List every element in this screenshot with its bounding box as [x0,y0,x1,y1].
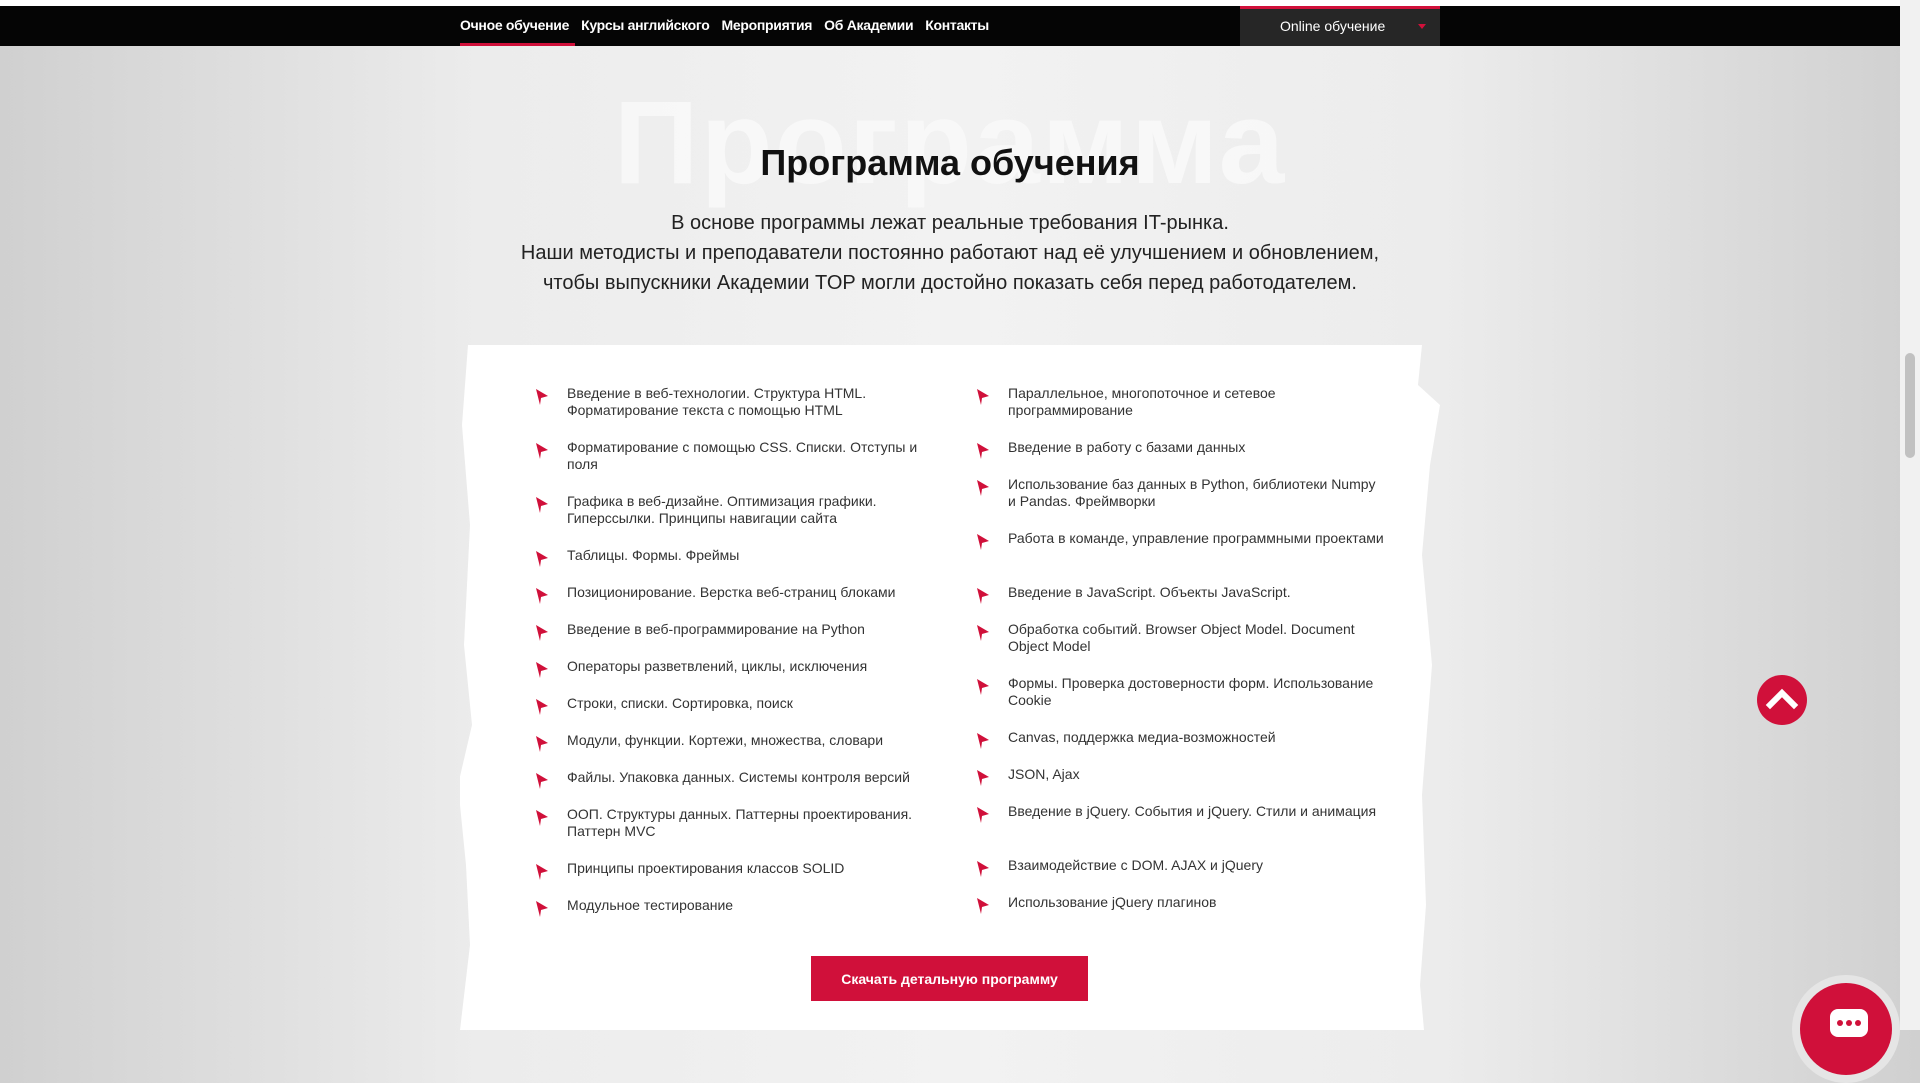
red-arrow-bullet-icon [536,443,548,459]
program-item: Файлы. Упаковка данных. Системы контроля… [536,769,946,789]
program-item: Введение в работу с базами данных [977,439,1387,459]
online-learning-dropdown[interactable]: Online обучение [1240,6,1440,46]
program-item: Введение в веб-технологии. Структура HTM… [536,385,946,419]
download-program-button[interactable]: Скачать детальную программу [811,956,1088,1001]
program-item: ООП. Структуры данных. Паттерны проектир… [536,806,946,840]
red-arrow-bullet-icon [977,807,989,823]
red-arrow-bullet-icon [977,733,989,749]
scrollbar-thumb[interactable] [1905,353,1915,458]
chat-widget-inner [1800,983,1892,1075]
program-item-text: Позиционирование. Верстка веб-страниц бл… [567,584,896,600]
red-arrow-bullet-icon [536,864,548,880]
program-card: Введение в веб-технологии. Структура HTM… [460,345,1440,1030]
program-item: Введение в JavaScript. Объекты JavaScrip… [977,584,1387,604]
program-item: Позиционирование. Верстка веб-страниц бл… [536,584,946,604]
program-item-text: Модули, функции. Кортежи, множества, сло… [567,732,884,748]
red-arrow-bullet-icon [977,770,989,786]
red-arrow-bullet-icon [977,679,989,695]
program-item-text: Строки, списки. Сортировка, поиск [567,695,793,711]
caret-down-icon [1418,24,1426,29]
description-line: В основе программы лежат реальные требов… [671,212,1229,234]
program-item: Canvas, поддержка медиа-возможностей [977,729,1387,749]
online-learning-label: Online обучение [1280,18,1386,34]
section-description: В основе программы лежат реальные требов… [0,208,1900,298]
red-arrow-bullet-icon [536,699,548,715]
red-arrow-bullet-icon [536,551,548,567]
red-arrow-bullet-icon [536,736,548,752]
program-item: Формы. Проверка достоверности форм. Испо… [977,675,1387,709]
program-item-text: Графика в веб-дизайне. Оптимизация графи… [567,493,877,526]
chat-bubble-icon [1830,1009,1868,1037]
program-item-text: Введение в веб-технологии. Структура HTM… [567,385,867,418]
chat-widget-button[interactable] [1792,975,1900,1083]
red-arrow-bullet-icon [536,625,548,641]
program-item: Обработка событий. Browser Object Model.… [977,621,1387,655]
program-item-text: Обработка событий. Browser Object Model.… [1008,621,1355,654]
red-arrow-bullet-icon [536,773,548,789]
program-item-text: JSON, Ajax [1008,766,1080,782]
scroll-to-top-button[interactable] [1757,675,1807,725]
nav-item-english-courses[interactable]: Курсы английского [575,6,715,46]
program-item-text: Взаимодействие с DOM. AJAX и jQuery [1008,857,1263,873]
program-item: Параллельное, многопоточное и сетевое пр… [977,385,1387,419]
nav-item-ochnoe-obuchenie[interactable]: Очное обучение [460,6,576,46]
program-item-text: Форматирование с помощью CSS. Списки. От… [567,439,918,472]
description-line: Наши методисты и преподаватели постоянно… [520,242,1380,264]
nav-item-contacts[interactable]: Контакты [919,6,995,46]
chevron-up-icon [1765,688,1799,710]
program-item-text: Модульное тестирование [567,897,734,913]
nav-item-events[interactable]: Мероприятия [716,6,819,46]
program-item-text: Файлы. Упаковка данных. Системы контроля… [567,769,910,785]
program-item-text: ООП. Структуры данных. Паттерны проектир… [567,806,913,839]
red-arrow-bullet-icon [536,662,548,678]
red-arrow-bullet-icon [536,389,548,405]
program-item-text: Canvas, поддержка медиа-возможностей [1008,729,1276,745]
red-arrow-bullet-icon [536,497,548,513]
program-item: Взаимодействие с DOM. AJAX и jQuery [977,857,1387,877]
red-arrow-bullet-icon [536,901,548,917]
program-item: Операторы разветвлений, циклы, исключени… [536,658,946,678]
red-arrow-bullet-icon [977,898,989,914]
program-item: Форматирование с помощью CSS. Списки. От… [536,439,946,473]
program-item-text: Использование баз данных в Python, библи… [1008,476,1376,509]
program-item: Введение в jQuery. События и jQuery. Сти… [977,803,1387,823]
program-item-text: Работа в команде, управление программным… [1008,530,1384,546]
program-item: Работа в команде, управление программным… [977,530,1387,550]
red-arrow-bullet-icon [977,625,989,641]
program-item: JSON, Ajax [977,766,1387,786]
program-item-text: Таблицы. Формы. Фреймы [567,547,740,563]
red-arrow-bullet-icon [536,810,548,826]
description-line: чтобы выпускники Академии TOP могли дост… [542,272,1357,294]
red-arrow-bullet-icon [536,588,548,604]
section-title: Программа обучения [760,142,1140,183]
red-arrow-bullet-icon [977,389,989,405]
program-item: Модули, функции. Кортежи, множества, сло… [536,732,946,752]
red-arrow-bullet-icon [977,443,989,459]
program-item-text: Формы. Проверка достоверности форм. Испо… [1008,675,1374,708]
main-navbar: Очное обучение Курсы английского Меропри… [0,6,1900,46]
program-item: Строки, списки. Сортировка, поиск [536,695,946,715]
program-item: Модульное тестирование [536,897,946,917]
program-item-text: Введение в веб-программирование на Pytho… [567,621,865,637]
red-arrow-bullet-icon [977,534,989,550]
nav-item-about[interactable]: Об Академии [818,6,919,46]
program-item: Таблицы. Формы. Фреймы [536,547,946,567]
program-item-text: Принципы проектирования классов SOLID [567,860,845,876]
program-item: Использование баз данных в Python, библи… [977,476,1387,510]
nav-links: Очное обучение Курсы английского Меропри… [460,6,995,46]
red-arrow-bullet-icon [977,588,989,604]
program-item-text: Введение в JavaScript. Объекты JavaScrip… [1008,584,1291,600]
program-item: Графика в веб-дизайне. Оптимизация графи… [536,493,946,527]
red-arrow-bullet-icon [977,480,989,496]
program-item-text: Использование jQuery плагинов [1008,894,1217,910]
program-item: Введение в веб-программирование на Pytho… [536,621,946,641]
program-item-text: Параллельное, многопоточное и сетевое пр… [1008,385,1276,418]
red-arrow-bullet-icon [977,861,989,877]
program-item-text: Введение в jQuery. События и jQuery. Сти… [1008,803,1377,819]
program-item-text: Операторы разветвлений, циклы, исключени… [567,658,868,674]
program-item: Использование jQuery плагинов [977,894,1387,914]
program-item-text: Введение в работу с базами данных [1008,439,1246,455]
page-scrollbar[interactable] [1900,0,1920,1030]
program-item: Принципы проектирования классов SOLID [536,860,946,880]
